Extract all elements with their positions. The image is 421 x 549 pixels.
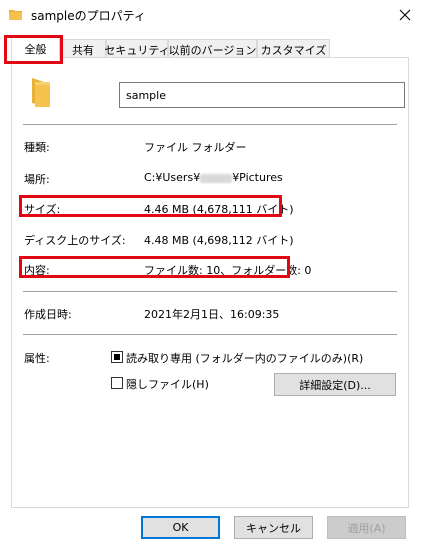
hidden-checkbox[interactable]	[111, 377, 123, 389]
contents-value: ファイル数: 10、フォルダー数: 0	[144, 264, 312, 277]
window-title: sampleのプロパティ	[31, 9, 146, 23]
title-bar: sampleのプロパティ	[0, 0, 421, 31]
attributes-label: 属性:	[24, 352, 50, 365]
created-label: 作成日時:	[24, 308, 72, 321]
hidden-label[interactable]: 隠しファイル(H)	[126, 376, 209, 392]
folder-icon	[9, 10, 22, 20]
ok-button[interactable]: OK	[141, 516, 220, 539]
contents-label: 内容:	[24, 264, 50, 277]
close-button[interactable]	[394, 5, 416, 25]
size-on-disk-label: ディスク上のサイズ:	[24, 234, 126, 247]
separator	[23, 334, 397, 335]
size-label: サイズ:	[24, 203, 61, 216]
size-on-disk-value: 4.48 MB (4,698,112 バイト)	[144, 234, 294, 247]
close-icon	[399, 9, 411, 21]
location-suffix: ¥Pictures	[232, 171, 283, 184]
cancel-button[interactable]: キャンセル	[234, 516, 313, 539]
location-label: 場所:	[24, 173, 50, 186]
location-value: C:¥Users¥ ¥Pictures	[144, 171, 283, 184]
redacted-username	[200, 173, 233, 183]
readonly-label[interactable]: 読み取り専用 (フォルダー内のファイルのみ)(R)	[126, 350, 363, 366]
apply-button[interactable]: 適用(A)	[327, 516, 406, 539]
folder-large-icon	[32, 78, 50, 107]
created-value: 2021年2月1日、16:09:35	[144, 308, 280, 321]
type-label: 種類:	[24, 141, 50, 154]
advanced-button[interactable]: 詳細設定(D)...	[274, 373, 396, 396]
tab-general[interactable]: 全般	[11, 37, 60, 60]
separator	[23, 124, 397, 125]
separator	[23, 291, 397, 292]
size-value: 4.46 MB (4,678,111 バイト)	[144, 203, 294, 216]
folder-name-input[interactable]	[119, 82, 405, 108]
checkbox-indeterminate-mark	[114, 354, 120, 360]
location-prefix: C:¥Users¥	[144, 171, 201, 184]
type-value: ファイル フォルダー	[144, 141, 247, 154]
readonly-checkbox[interactable]	[111, 351, 123, 363]
